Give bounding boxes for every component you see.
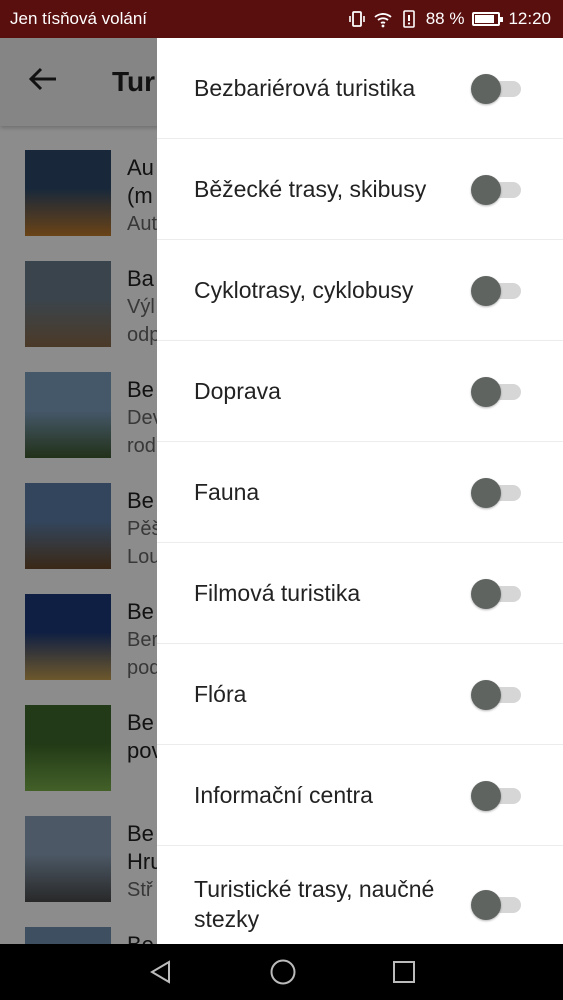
filter-item[interactable]: Flóra: [157, 644, 563, 745]
filter-toggle[interactable]: [471, 72, 523, 104]
system-nav-bar: [0, 944, 563, 1000]
filter-item[interactable]: Bezbariérová turistika: [157, 38, 563, 139]
filter-drawer: Bezbariérová turistika Běžecké trasy, ski…: [157, 38, 563, 944]
battery-percent: 88 %: [425, 9, 465, 28]
toggle-knob: [471, 175, 501, 205]
wifi-icon: [374, 13, 392, 28]
toggle-knob: [471, 579, 501, 609]
toggle-knob: [471, 276, 501, 306]
filter-label: Turistické trasy, naučné stezky: [194, 875, 435, 932]
filter-item[interactable]: Doprava: [157, 341, 563, 442]
toggle-knob: [471, 478, 501, 508]
filter-label: Fauna: [194, 479, 260, 505]
filter-toggle[interactable]: [471, 274, 523, 306]
vibrate-icon: [348, 11, 365, 27]
toggle-knob: [471, 781, 501, 811]
filter-label: Běžecké trasy, skibusy: [194, 176, 427, 202]
toggle-knob: [471, 377, 501, 407]
filter-toggle[interactable]: [471, 678, 523, 710]
battery-icon: [472, 12, 504, 26]
filter-toggle[interactable]: [471, 375, 523, 407]
filter-toggle[interactable]: [471, 476, 523, 508]
toggle-knob: [471, 680, 501, 710]
status-icons: 88 % 12:20: [348, 9, 551, 29]
filter-item[interactable]: Turistické trasy, naučné stezky: [157, 846, 563, 944]
toggle-knob: [471, 889, 501, 920]
recents-square-icon[interactable]: [392, 960, 416, 984]
alert-icon: [402, 10, 415, 28]
filter-label: Flóra: [194, 681, 247, 707]
filter-item[interactable]: Informační centra: [157, 745, 563, 846]
filter-label: Cyklotrasy, cyklobusy: [194, 277, 414, 303]
filter-label: Bezbariérová turistika: [194, 75, 416, 101]
status-bar: Jen tísňová volání 88 % 12:20: [0, 0, 563, 38]
filter-toggle[interactable]: [471, 577, 523, 609]
filter-item[interactable]: Běžecké trasy, skibusy: [157, 139, 563, 240]
filter-label: Informační centra: [194, 782, 373, 808]
clock: 12:20: [508, 9, 551, 28]
carrier-label: Jen tísňová volání: [10, 9, 148, 28]
filter-toggle[interactable]: [471, 888, 523, 920]
filter-item[interactable]: Fauna: [157, 442, 563, 543]
filter-toggle[interactable]: [471, 173, 523, 205]
home-circle-icon[interactable]: [269, 958, 297, 986]
back-triangle-icon[interactable]: [148, 959, 174, 985]
toggle-knob: [471, 74, 501, 104]
filter-item[interactable]: Filmová turistika: [157, 543, 563, 644]
filter-label: Filmová turistika: [194, 580, 361, 606]
filter-item[interactable]: Cyklotrasy, cyklobusy: [157, 240, 563, 341]
filter-toggle[interactable]: [471, 779, 523, 811]
filter-label: Doprava: [194, 378, 281, 404]
